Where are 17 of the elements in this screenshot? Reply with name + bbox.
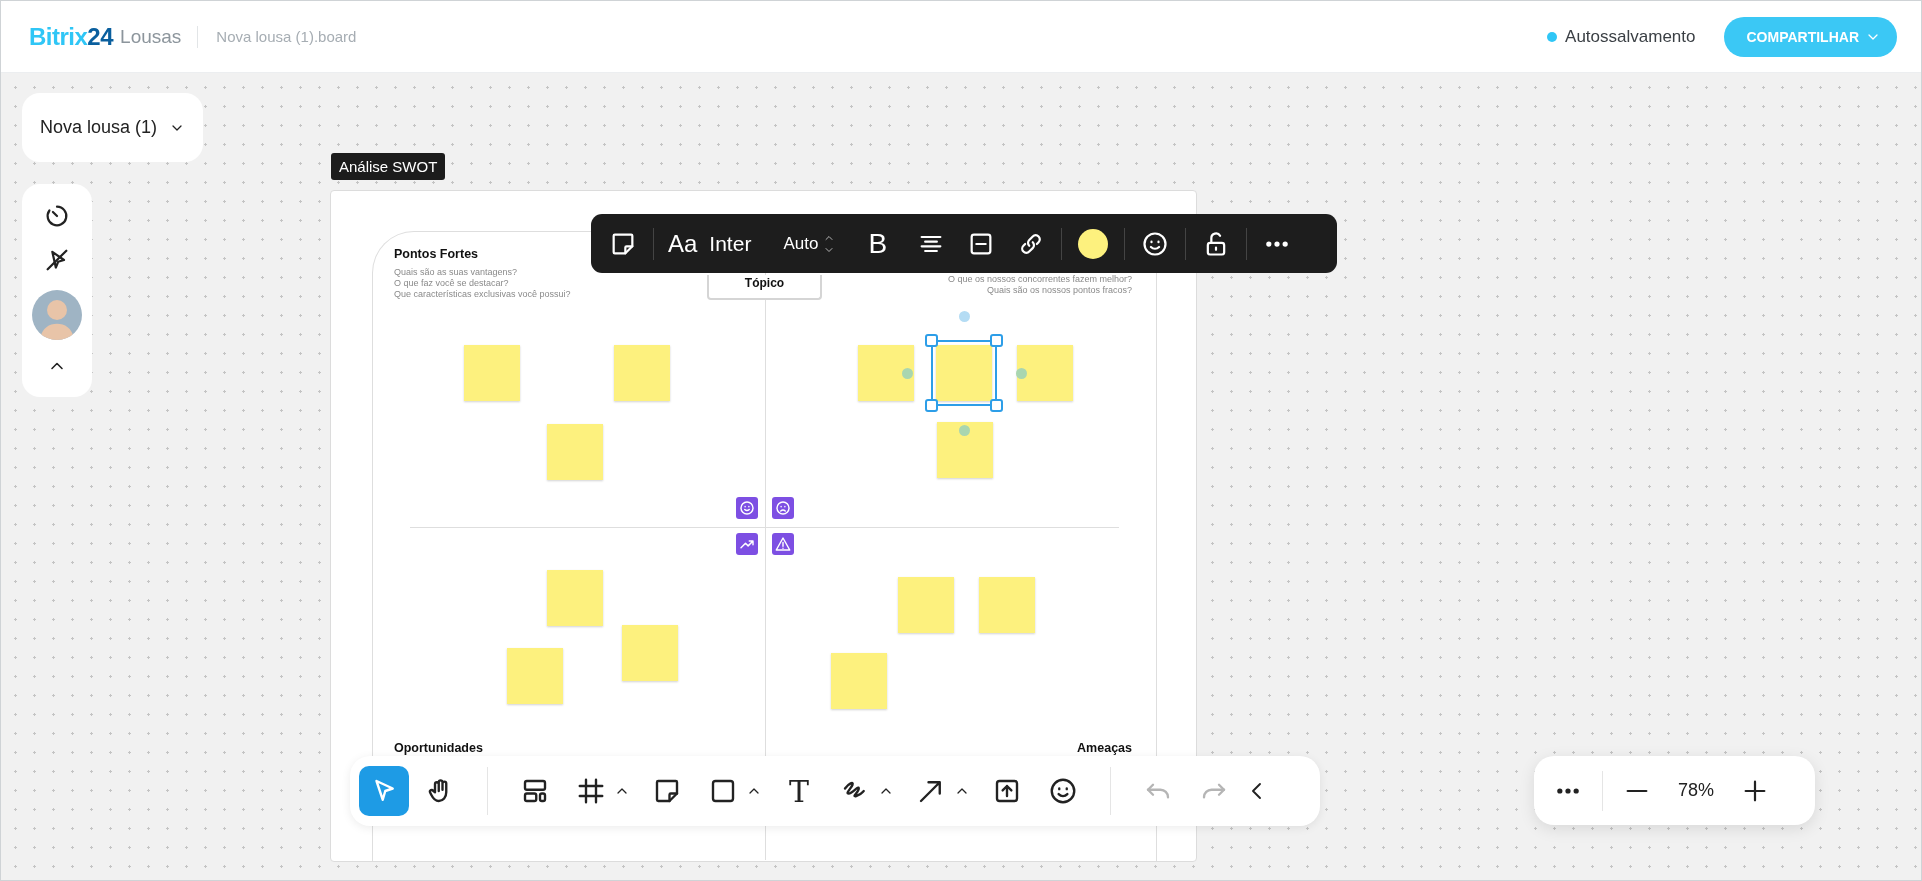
file-name: Nova lousa (1).board [216,28,357,45]
quadrant-title: Pontos Fortes [394,247,480,261]
board-menu[interactable]: Nova lousa (1) [22,93,203,162]
topic-card[interactable]: Tópico [707,275,822,300]
product-name: Lousas [120,25,182,48]
size-picker[interactable]: Auto [779,231,841,256]
bold-button[interactable]: B [864,227,892,260]
frame-label[interactable]: Análise SWOT [331,153,446,180]
question-text: O que os nossos concorrentes fazem melhor? Quais são os nossos pontos fracos? [947,274,1132,296]
question-text: Quais são as suas vantagens? O que faz você se destacar? Que características exclusivas você possui? [394,267,571,300]
autosave-status: Autossalvamento [1565,26,1696,47]
font-picker[interactable]: Aa Inter [664,229,756,258]
quadrant-title: Ameaças [1077,741,1132,755]
text-tool-button[interactable]: T [774,766,824,816]
zoom-level: 78% [1677,780,1715,801]
logo[interactable]: Bitrix24 [29,22,114,51]
quadrant-title: Oportunidades [394,741,483,755]
